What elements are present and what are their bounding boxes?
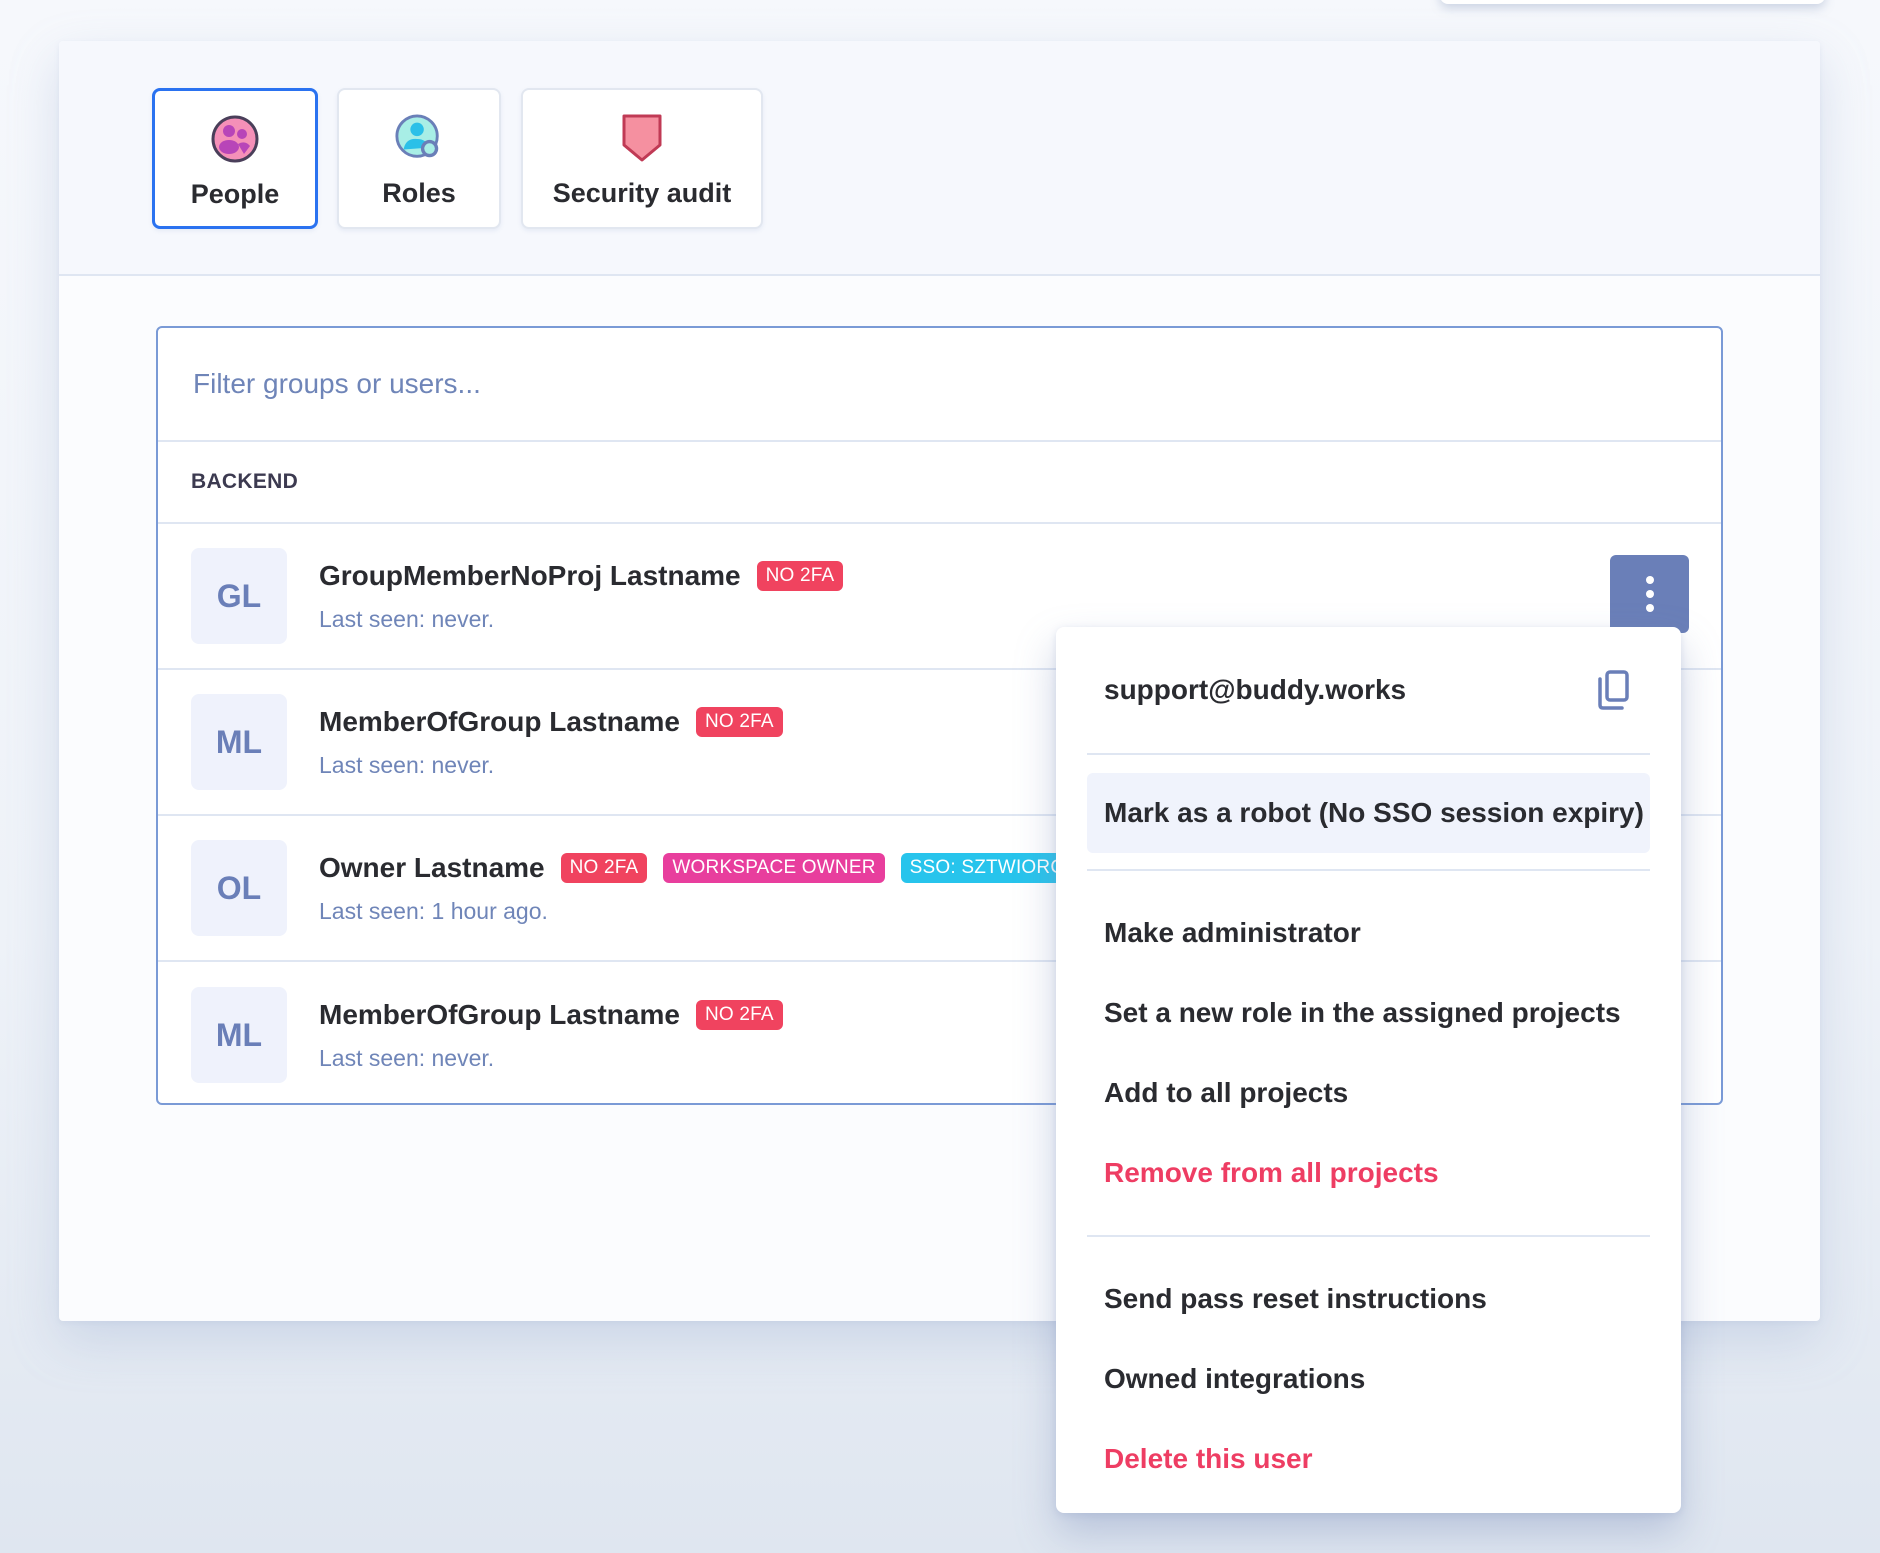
user-actions-button[interactable] xyxy=(1610,555,1689,633)
people-icon xyxy=(210,113,260,165)
kebab-dot-icon xyxy=(1645,576,1654,584)
tab-security-audit[interactable]: Security audit xyxy=(521,88,763,229)
no-2fa-badge: NO 2FA xyxy=(695,706,783,737)
avatar: ML xyxy=(191,694,287,790)
tab-label: Security audit xyxy=(552,178,732,208)
user-email: support@buddy.works xyxy=(1104,674,1407,705)
email-row: support@buddy.works xyxy=(1087,627,1650,755)
filter-input[interactable] xyxy=(193,368,1569,400)
no-2fa-badge: NO 2FA xyxy=(756,560,844,591)
tab-bar: People Roles Security audit xyxy=(59,41,1820,276)
menu-item-send-pass-reset[interactable]: Send pass reset instructions xyxy=(1087,1259,1650,1339)
shield-icon xyxy=(617,112,667,164)
kebab-dot-icon xyxy=(1645,590,1654,598)
tab-label: Roles xyxy=(382,178,456,208)
avatar: ML xyxy=(191,987,287,1083)
user-actions-menu: support@buddy.works Mark as a robot (No … xyxy=(1056,627,1681,1513)
user-name: GroupMemberNoProj Lastname xyxy=(319,559,741,591)
menu-item-add-to-all-projects[interactable]: Add to all projects xyxy=(1087,1053,1650,1133)
menu-item-mark-as-robot[interactable]: Mark as a robot (No SSO session expiry) xyxy=(1087,773,1650,853)
workspace-owner-badge: WORKSPACE OWNER xyxy=(663,852,885,883)
filter-row xyxy=(158,328,1721,442)
menu-item-make-administrator[interactable]: Make administrator xyxy=(1087,893,1650,973)
no-2fa-badge: NO 2FA xyxy=(695,999,783,1030)
menu-item-remove-from-all-projects[interactable]: Remove from all projects xyxy=(1087,1133,1650,1213)
tab-roles[interactable]: Roles xyxy=(337,88,501,229)
menu-item-owned-integrations[interactable]: Owned integrations xyxy=(1087,1339,1650,1419)
avatar: OL xyxy=(191,840,287,936)
last-seen: Last seen: never. xyxy=(319,751,495,778)
menu-item-delete-user[interactable]: Delete this user xyxy=(1087,1419,1650,1499)
copy-icon[interactable] xyxy=(1596,669,1630,711)
no-2fa-badge: NO 2FA xyxy=(560,852,648,883)
user-name: MemberOfGroup Lastname xyxy=(319,998,680,1030)
kebab-dot-icon xyxy=(1645,604,1654,612)
sso-badge: SSO: SZTWIORC xyxy=(900,852,1074,883)
user-name: Owner Lastname xyxy=(319,851,545,883)
menu-item-set-new-role[interactable]: Set a new role in the assigned projects xyxy=(1087,973,1650,1053)
group-header: BACKEND xyxy=(158,442,1721,524)
top-right-panel-edge xyxy=(1440,0,1825,4)
last-seen: Last seen: 1 hour ago. xyxy=(319,897,548,924)
last-seen: Last seen: never. xyxy=(319,605,495,632)
avatar: GL xyxy=(191,548,287,644)
last-seen: Last seen: never. xyxy=(319,1044,495,1071)
user-name: MemberOfGroup Lastname xyxy=(319,705,680,737)
tab-people[interactable]: People xyxy=(152,88,318,229)
tab-label: People xyxy=(190,179,280,209)
roles-icon xyxy=(394,112,444,164)
group-label: BACKEND xyxy=(191,470,299,493)
